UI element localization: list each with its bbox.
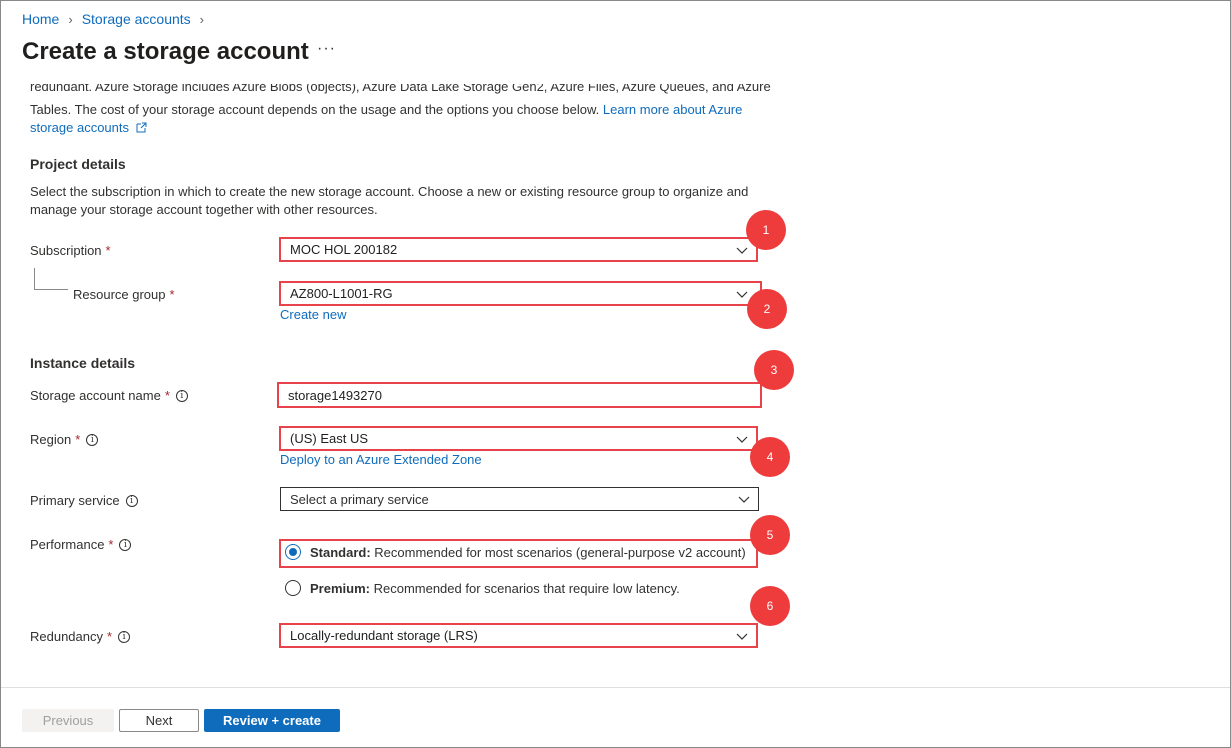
review-create-button[interactable]: Review + create: [204, 709, 340, 732]
page-title: Create a storage account: [22, 38, 309, 65]
primary-service-label: Primary service i: [30, 493, 138, 508]
resource-group-dropdown[interactable]: AZ800-L1001-RG: [279, 281, 762, 306]
redundancy-label-text: Redundancy: [30, 629, 103, 644]
breadcrumb: Home › Storage accounts ›: [22, 11, 213, 27]
storage-account-name-label: Storage account name * i: [30, 388, 188, 403]
subscription-label: Subscription *: [30, 243, 111, 258]
subscription-label-text: Subscription: [30, 243, 102, 258]
performance-premium-option[interactable]: Premium: Recommended for scenarios that …: [285, 580, 680, 596]
callout-badge-2: 2: [747, 289, 787, 329]
learn-more-link-continued[interactable]: storage accounts: [30, 120, 147, 135]
redundancy-label: Redundancy * i: [30, 629, 131, 644]
chevron-down-icon: [736, 436, 748, 443]
chevron-down-icon: [736, 633, 748, 640]
required-marker: *: [75, 432, 81, 447]
info-icon[interactable]: i: [118, 630, 131, 643]
previous-button[interactable]: Previous: [22, 709, 114, 732]
callout-badge-1: 1: [746, 210, 786, 250]
chevron-down-icon: [736, 247, 748, 254]
storage-account-name-label-text: Storage account name: [30, 388, 161, 403]
primary-service-dropdown[interactable]: Select a primary service: [280, 487, 759, 511]
external-link-icon: [136, 122, 147, 133]
resource-group-label: Resource group *: [73, 287, 175, 302]
breadcrumb-home[interactable]: Home: [22, 11, 59, 27]
performance-label: Performance * i: [30, 537, 132, 552]
standard-title: Standard:: [310, 544, 371, 560]
subscription-dropdown[interactable]: MOC HOL 200182: [279, 237, 758, 262]
footer-divider: [1, 687, 1230, 688]
learn-more-link[interactable]: Learn more about Azure: [603, 102, 742, 117]
intro-line-2-text: Tables. The cost of your storage account…: [30, 102, 600, 117]
primary-service-placeholder: Select a primary service: [290, 491, 429, 507]
storage-account-name-value: storage1493270: [288, 387, 382, 403]
info-icon[interactable]: i: [175, 389, 188, 402]
chevron-down-icon: [736, 291, 748, 298]
required-marker: *: [107, 629, 113, 644]
region-label: Region * i: [30, 432, 99, 447]
callout-badge-3: 3: [754, 350, 794, 390]
project-details-heading: Project details: [30, 156, 126, 172]
performance-label-text: Performance: [30, 537, 105, 552]
info-icon[interactable]: i: [125, 494, 138, 507]
region-label-text: Region: [30, 432, 72, 447]
premium-title: Premium:: [310, 580, 370, 596]
performance-standard-option[interactable]: Standard: Recommended for most scenarios…: [285, 544, 746, 560]
region-dropdown[interactable]: (US) East US: [279, 426, 758, 451]
chevron-right-icon: ›: [68, 11, 73, 27]
storage-account-name-input[interactable]: storage1493270: [277, 382, 762, 408]
next-button[interactable]: Next: [119, 709, 199, 732]
intro-line-3: storage accounts: [30, 119, 147, 137]
callout-badge-5: 5: [750, 515, 790, 555]
primary-service-label-text: Primary service: [30, 493, 120, 508]
project-details-description: Select the subscription in which to crea…: [30, 184, 749, 217]
required-marker: *: [164, 388, 170, 403]
more-options-button[interactable]: ···: [317, 40, 336, 58]
instance-details-heading: Instance details: [30, 355, 136, 371]
callout-badge-6: 6: [750, 586, 790, 626]
resource-group-label-text: Resource group: [73, 287, 166, 302]
required-marker: *: [105, 243, 111, 258]
info-icon[interactable]: i: [119, 538, 132, 551]
required-marker: *: [108, 537, 114, 552]
redundancy-dropdown[interactable]: Locally-redundant storage (LRS): [279, 623, 758, 648]
callout-badge-4: 4: [750, 437, 790, 477]
learn-more-link-text: storage accounts: [30, 120, 130, 135]
subscription-value: MOC HOL 200182: [290, 242, 398, 257]
premium-description: Recommended for scenarios that require l…: [373, 580, 680, 596]
tree-connector: [34, 268, 68, 290]
resource-group-value: AZ800-L1001-RG: [290, 286, 393, 301]
region-value: (US) East US: [290, 431, 369, 446]
chevron-right-icon: ›: [199, 11, 205, 27]
required-marker: *: [169, 287, 175, 302]
breadcrumb-storage-accounts[interactable]: Storage accounts: [82, 11, 191, 27]
premium-radio[interactable]: [285, 580, 301, 596]
standard-description: Recommended for most scenarios (general-…: [374, 544, 746, 560]
deploy-extended-zone-link[interactable]: Deploy to an Azure Extended Zone: [280, 452, 482, 467]
chevron-down-icon: [738, 496, 750, 503]
standard-radio[interactable]: [285, 544, 301, 560]
redundancy-value: Locally-redundant storage (LRS): [290, 628, 478, 643]
info-icon[interactable]: i: [86, 433, 99, 446]
create-new-link[interactable]: Create new: [280, 307, 346, 322]
intro-line-1: redundant. Azure Storage includes Azure …: [30, 79, 771, 94]
intro-line-2: Tables. The cost of your storage account…: [30, 101, 742, 119]
